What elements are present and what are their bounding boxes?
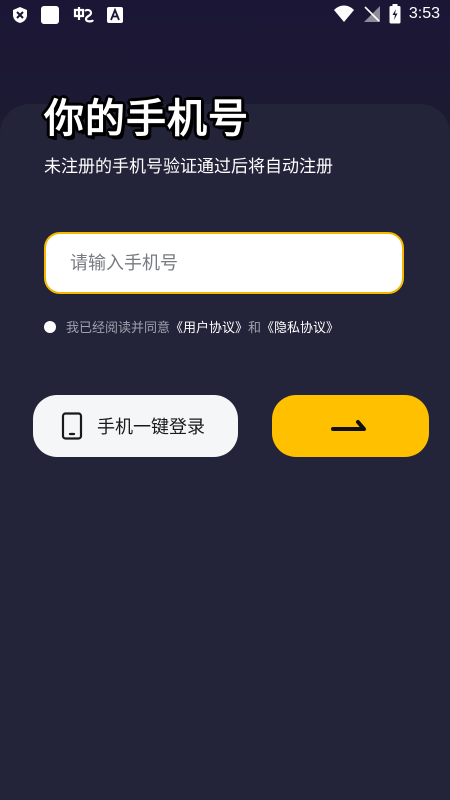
status-bar-left	[12, 5, 124, 25]
status-bar: 3:53	[0, 0, 450, 32]
signal-off-icon	[363, 5, 381, 23]
app-logo-icon	[72, 5, 94, 25]
wifi-icon	[333, 5, 355, 23]
battery-charging-icon	[389, 4, 401, 24]
agreement-checkbox[interactable]	[44, 320, 56, 333]
one-key-login-button[interactable]: 手机一键登录	[33, 395, 238, 457]
agreement-row: 我已经阅读并同意 《用户协议》 和 《隐私协议》	[44, 317, 339, 336]
shield-x-icon	[12, 6, 28, 24]
one-key-login-label: 手机一键登录	[97, 417, 205, 438]
next-button[interactable]	[272, 395, 429, 457]
agreement-conjunction: 和	[248, 321, 262, 336]
font-a-icon	[106, 6, 124, 24]
status-time: 3:53	[408, 5, 440, 22]
agreement-prefix: 我已经阅读并同意	[66, 321, 171, 336]
status-bar-right: 3:53	[333, 4, 440, 24]
user-agreement-link[interactable]: 《用户协议》	[170, 317, 248, 336]
privacy-policy-link[interactable]: 《隐私协议》	[261, 317, 339, 336]
square-icon	[40, 5, 60, 25]
arrow-right-icon	[330, 419, 371, 433]
phone-input[interactable]	[44, 232, 404, 294]
page-subtitle: 未注册的手机号验证通过后将自动注册	[44, 157, 333, 177]
phone-icon	[61, 412, 83, 440]
login-screen: 3:53 你的手机号 未注册的手机号验证通过后将自动注册 我已经阅读并同意 《用…	[0, 0, 450, 800]
page-title: 你的手机号	[44, 96, 249, 142]
